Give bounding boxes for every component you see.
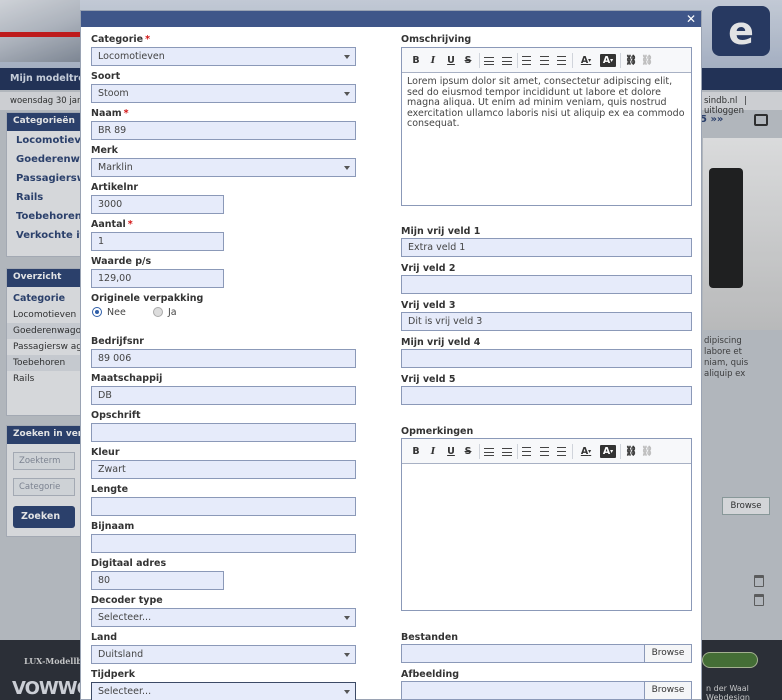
vrij-veld-2-label: Vrij veld 2 [401,263,456,274]
land-select[interactable]: Duitsland [91,645,356,664]
naam-label: Naam * [91,108,129,119]
afbeelding-browse-button[interactable]: Browse [644,682,691,699]
opschrift-input[interactable] [91,423,356,442]
opmerkingen-text [402,464,691,472]
vrij-veld-3-label: Vrij veld 3 [401,300,456,311]
bijnaam-label: Bijnaam [91,521,135,532]
align-left-icon[interactable] [522,56,531,65]
land-label: Land [91,632,118,643]
link-icon[interactable]: ⛓ [625,445,637,458]
bg-color-icon[interactable]: A▾ [600,54,616,67]
artikelnr-label: Artikelnr [91,182,139,193]
opmerkingen-editor[interactable]: B I U S A▾ A▾ ⛓ ⛓ [401,438,692,611]
decoder-type-label: Decoder type [91,595,163,606]
tijdperk-select[interactable]: Selecteer... [91,682,356,700]
verpakking-label: Originele verpakking [91,293,204,304]
bg-color-icon[interactable]: A▾ [600,445,616,458]
unlink-icon: ⛓ [641,55,654,66]
edit-item-modal: ✕ Categorie * Locomotieven Soort Stoom Na… [80,10,702,700]
tijdperk-label: Tijdperk [91,669,136,680]
vrij-veld-4-label: Mijn vrij veld 4 [401,337,481,348]
omschrijving-text: Lorem ipsum dolor sit amet, consectetur … [407,76,685,129]
decoder-type-select[interactable]: Selecteer... [91,608,356,627]
bedrijfsnr-input[interactable]: 89 006 [91,349,356,368]
categorie-label: Categorie * [91,34,151,45]
maatschappij-input[interactable]: DB [91,386,356,405]
modal-title-bar: ✕ [81,11,701,27]
bestanden-browse-button[interactable]: Browse [644,645,691,662]
underline-button[interactable]: U [446,54,456,67]
align-right-icon[interactable] [557,447,566,456]
kleur-input[interactable]: Zwart [91,460,356,479]
soort-select[interactable]: Stoom [91,84,356,103]
omschrijving-label: Omschrijving [401,34,472,45]
merk-label: Merk [91,145,118,156]
link-icon[interactable]: ⛓ [625,54,637,67]
aantal-label: Aantal * [91,219,133,230]
vrij-veld-3-input[interactable]: Dit is vrij veld 3 [401,312,692,331]
aantal-input[interactable]: 1 [91,232,224,251]
afbeelding-file-input[interactable]: Browse [401,681,692,700]
omschrijving-editor[interactable]: B I U S A▾ A▾ ⛓ ⛓ Lorem ipsum dolor sit … [401,47,692,206]
bedrijfsnr-label: Bedrijfsnr [91,336,144,347]
digitaal-adres-input[interactable]: 80 [91,571,224,590]
opmerkingen-label: Opmerkingen [401,426,474,437]
unordered-list-icon[interactable] [502,448,512,456]
verpakking-ja-label: Ja [168,307,177,318]
align-center-icon[interactable] [540,447,549,456]
italic-button[interactable]: I [428,54,438,67]
bestanden-file-input[interactable]: Browse [401,644,692,663]
vrij-veld-5-label: Vrij veld 5 [401,374,456,385]
ordered-list-icon[interactable] [484,448,494,456]
align-center-icon[interactable] [540,56,549,65]
verpakking-nee-radio[interactable] [92,307,102,317]
ordered-list-icon[interactable] [484,57,494,65]
verpakking-ja-radio[interactable] [153,307,163,317]
strikethrough-button[interactable]: S [463,445,473,458]
bijnaam-input[interactable] [91,534,356,553]
vrij-veld-5-input[interactable] [401,386,692,405]
lengte-label: Lengte [91,484,129,495]
align-left-icon[interactable] [522,447,531,456]
categorie-select[interactable]: Locomotieven [91,47,356,66]
close-icon[interactable]: ✕ [686,12,696,26]
merk-select[interactable]: Marklin [91,158,356,177]
align-right-icon[interactable] [557,56,566,65]
artikelnr-input[interactable]: 3000 [91,195,224,214]
naam-input[interactable]: BR 89 [91,121,356,140]
bold-button[interactable]: B [411,54,421,67]
opmerkingen-toolbar: B I U S A▾ A▾ ⛓ ⛓ [402,439,691,464]
vrij-veld-1-input[interactable]: Extra veld 1 [401,238,692,257]
strikethrough-button[interactable]: S [463,54,473,67]
waarde-input[interactable]: 129,00 [91,269,224,288]
opschrift-label: Opschrift [91,410,141,421]
maatschappij-label: Maatschappij [91,373,163,384]
digitaal-adres-label: Digitaal adres [91,558,167,569]
font-color-icon[interactable]: A▾ [578,445,594,458]
bold-button[interactable]: B [411,445,421,458]
waarde-label: Waarde p/s [91,256,152,267]
unlink-icon: ⛓ [641,446,654,457]
kleur-label: Kleur [91,447,120,458]
underline-button[interactable]: U [446,445,456,458]
italic-button[interactable]: I [428,445,438,458]
afbeelding-label: Afbeelding [401,669,460,680]
lengte-input[interactable] [91,497,356,516]
soort-label: Soort [91,71,121,82]
bestanden-label: Bestanden [401,632,459,643]
vrij-veld-1-label: Mijn vrij veld 1 [401,226,481,237]
omschrijving-toolbar: B I U S A▾ A▾ ⛓ ⛓ [402,48,691,73]
font-color-icon[interactable]: A▾ [578,54,594,67]
vrij-veld-4-input[interactable] [401,349,692,368]
unordered-list-icon[interactable] [502,57,512,65]
verpakking-nee-label: Nee [107,307,126,318]
vrij-veld-2-input[interactable] [401,275,692,294]
